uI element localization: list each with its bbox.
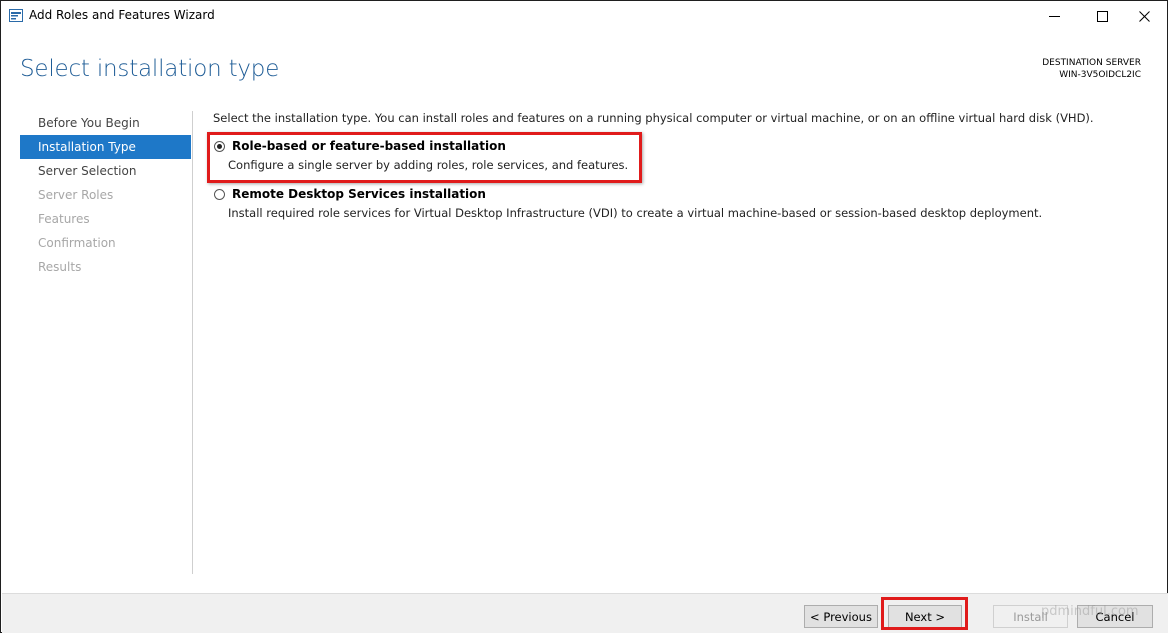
page-title: Select installation type xyxy=(20,56,280,82)
nav-item-installation-type[interactable]: Installation Type xyxy=(20,135,191,159)
close-icon xyxy=(1138,10,1150,22)
wizard-nav: Before You Begin Installation Type Serve… xyxy=(20,111,191,279)
option-description: Install required role services for Virtu… xyxy=(228,206,1043,220)
minimize-icon xyxy=(1048,15,1060,17)
title-bar[interactable]: Add Roles and Features Wizard xyxy=(1,1,1167,31)
nav-item-results: Results xyxy=(38,260,82,274)
close-button[interactable] xyxy=(1121,1,1167,31)
maximize-button[interactable] xyxy=(1079,1,1125,31)
nav-item-confirmation: Confirmation xyxy=(38,236,116,250)
destination-server-label: DESTINATION SERVER xyxy=(1042,58,1141,68)
nav-divider xyxy=(192,111,193,574)
minimize-button[interactable] xyxy=(1031,1,1077,31)
radio-remote-desktop[interactable] xyxy=(214,189,225,200)
window-title: Add Roles and Features Wizard xyxy=(29,8,215,22)
destination-server-name: WIN-3V5OIDCL2IC xyxy=(1059,70,1141,80)
intro-text: Select the installation type. You can in… xyxy=(213,111,1094,125)
watermark: pdmindful.com xyxy=(1041,604,1139,619)
option-title[interactable]: Remote Desktop Services installation xyxy=(232,187,486,201)
nav-item-server-selection[interactable]: Server Selection xyxy=(20,159,191,183)
previous-button[interactable]: < Previous xyxy=(804,605,878,628)
nav-item-features: Features xyxy=(38,212,90,226)
button-bar: < Previous Next > Install Cancel xyxy=(2,593,1168,633)
annotation-highlight-option xyxy=(207,132,642,183)
main-content: Select the installation type. You can in… xyxy=(213,111,1143,220)
server-manager-icon xyxy=(9,9,23,22)
wizard-window: Add Roles and Features Wizard Select ins… xyxy=(0,0,1168,633)
nav-item-before-you-begin[interactable]: Before You Begin xyxy=(20,111,191,135)
maximize-icon xyxy=(1096,10,1108,22)
nav-item-server-roles: Server Roles xyxy=(38,188,114,202)
annotation-highlight-next xyxy=(881,597,968,630)
